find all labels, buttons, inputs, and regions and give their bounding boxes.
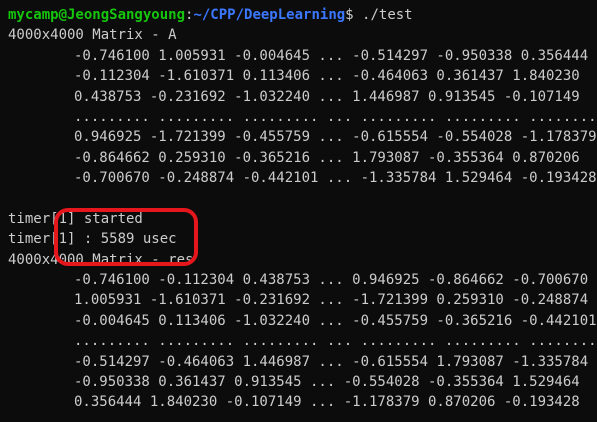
prompt-command: ./test	[353, 7, 413, 23]
matrix-res-row: 0.356444 1.840230 -0.107149 ... -1.17837…	[74, 394, 580, 411]
terminal-window[interactable]: mycamp@JeongSangyoung:~/CPP/DeepLearning…	[0, 0, 597, 422]
matrix-res-row: -0.746100 -0.112304 0.438753 ... 0.94692…	[74, 272, 589, 289]
prompt-path: ~/CPP/DeepLearning	[193, 7, 346, 23]
matrix-res-ellipsis-row: ......... ......... ......... ... ......…	[74, 333, 597, 350]
matrix-res-row: -0.950338 0.361437 0.913545 ... -0.55402…	[74, 374, 580, 391]
matrix-res-row: 1.005931 -1.610371 -0.231692 ... -1.7213…	[74, 292, 589, 309]
matrix-res-row: -0.514297 -0.464063 1.446987 ... -0.6155…	[74, 353, 589, 370]
matrix-a-row: -0.112304 -1.610371 0.113406 ... -0.4640…	[74, 68, 580, 85]
matrix-res-header: 4000x4000 Matrix - res	[8, 251, 194, 268]
prompt-line: mycamp@JeongSangyoung:~/CPP/DeepLearning…	[8, 5, 597, 25]
matrix-a-row: -0.746100 1.005931 -0.004645 ... -0.5142…	[74, 47, 589, 64]
matrix-res-row: -0.004645 0.113406 -1.032240 ... -0.4557…	[74, 312, 597, 329]
timer-started-line: timer[1] started	[8, 210, 143, 227]
matrix-a-header: 4000x4000 Matrix - A	[8, 27, 177, 44]
matrix-a-row: 0.946925 -1.721399 -0.455759 ... -0.6155…	[74, 129, 597, 146]
timer-result-line: timer[1] : 5589 usec	[8, 231, 177, 248]
matrix-a-ellipsis-row: ......... ......... ......... ... ......…	[74, 108, 597, 125]
prompt-symbol: $	[345, 7, 354, 23]
matrix-a-row: 0.438753 -0.231692 -1.032240 ... 1.44698…	[74, 88, 580, 105]
matrix-a-row: -0.700670 -0.248874 -0.442101 ... -1.335…	[74, 170, 597, 187]
prompt-user-host: mycamp@JeongSangyoung	[8, 7, 186, 23]
matrix-a-row: -0.864662 0.259310 -0.365216 ... 1.79308…	[74, 149, 580, 166]
